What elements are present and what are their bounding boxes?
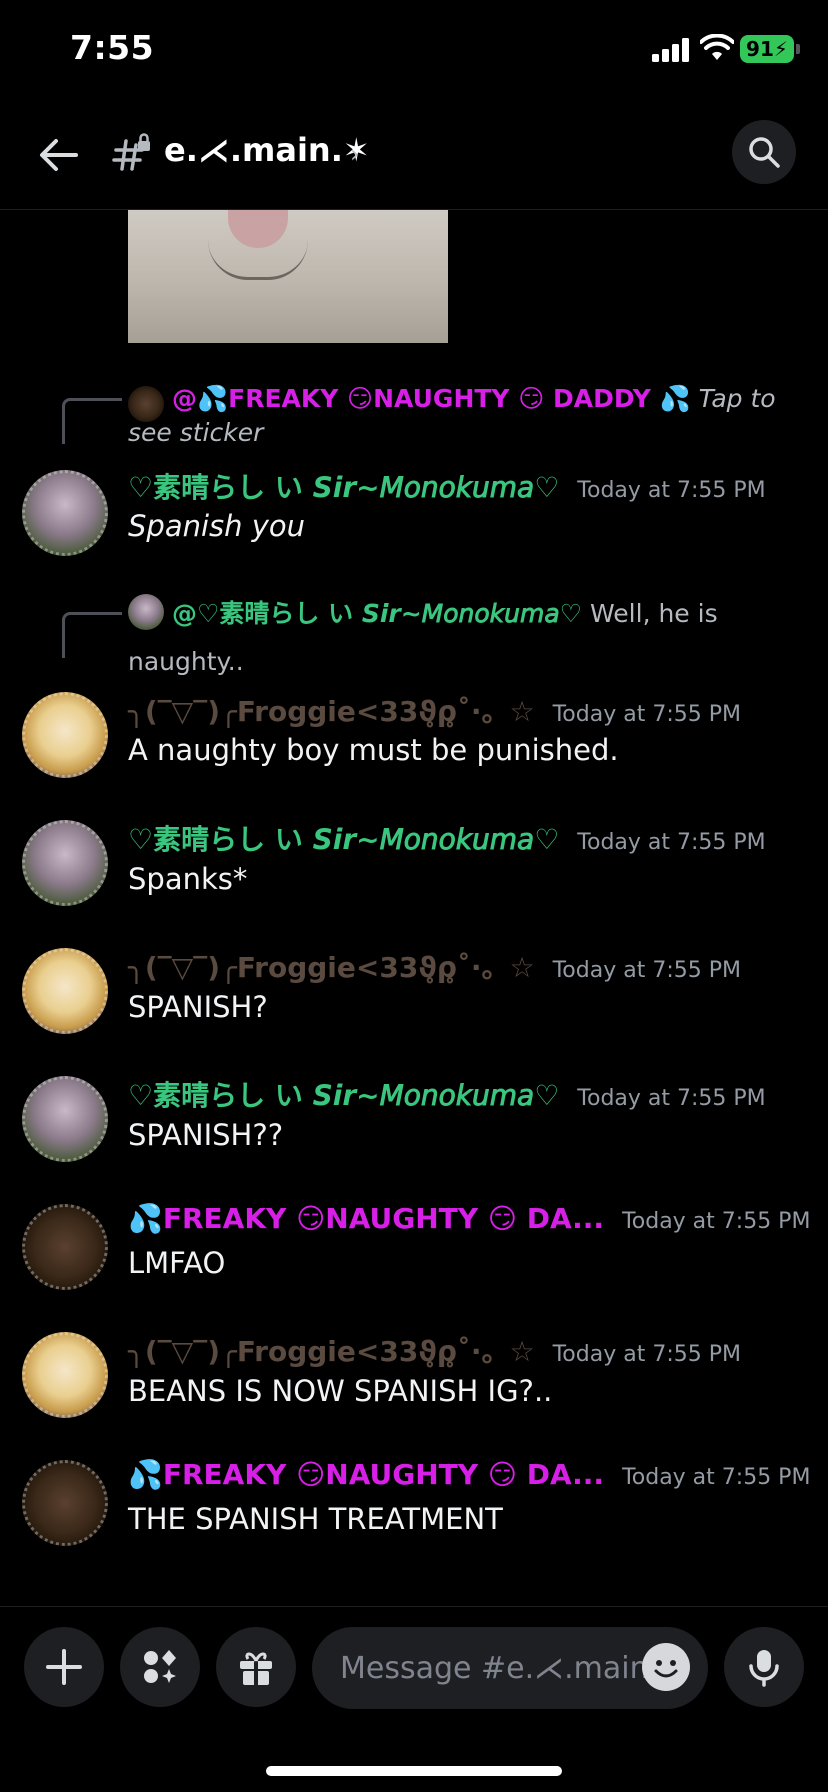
avatar-decoration (22, 1460, 108, 1546)
search-button[interactable] (732, 120, 796, 184)
timestamp: Today at 7:55 PM (577, 830, 766, 855)
reply-preview[interactable]: @♡素晴らし い 𝙎𝙞𝙧~𝘔𝘰𝘯𝘰𝘬𝘶𝘮𝘢♡ Well, he is naugh… (128, 590, 800, 686)
status-bar: 7:55 91 ⚡ (0, 0, 828, 100)
apps-icon (144, 1650, 176, 1683)
avatar-decoration (22, 820, 108, 906)
reply-connector (62, 398, 122, 444)
battery-tip (796, 44, 800, 54)
wifi-icon (700, 34, 734, 60)
cellular-signal-icon (652, 38, 689, 62)
message-header: ╮(‾▽‾)╭Froggie<33ϑ̥ρ̥˚·。☆ Today at 7:55 … (128, 1330, 741, 1370)
avatar-decoration (22, 470, 108, 556)
username[interactable]: 💦FREAKY 😏NAUGHTY 😏 DA... (128, 1202, 604, 1235)
message-content: SPANISH?? (128, 1118, 284, 1152)
emoji-icon (644, 1645, 688, 1689)
timestamp: Today at 7:55 PM (552, 702, 741, 727)
message-header: 💦FREAKY 😏NAUGHTY 😏 DA... Today at 7:55 P… (128, 1202, 810, 1242)
charging-bolt-icon: ⚡ (773, 37, 788, 61)
avatar[interactable] (22, 1204, 108, 1290)
message-content: THE SPANISH TREATMENT (128, 1502, 503, 1536)
username[interactable]: 💦FREAKY 😏NAUGHTY 😏 DA... (128, 1458, 604, 1491)
avatar-decoration (22, 1076, 108, 1162)
microphone-icon (749, 1650, 779, 1687)
avatar[interactable] (22, 1460, 108, 1546)
channel-hash-lock-icon (112, 133, 150, 171)
avatar[interactable] (22, 820, 108, 906)
back-arrow-icon (40, 139, 78, 171)
message-list[interactable]: @💦FREAKY 😏NAUGHTY 😏 DADDY 💦 Tap to see s… (0, 210, 828, 1605)
channel-header: e.⋌.main.✶ › (0, 105, 828, 210)
reply-mention[interactable]: @💦FREAKY 😏NAUGHTY 😏 DADDY 💦 (172, 384, 691, 413)
username[interactable]: ♡素晴らし い 𝙎𝙞𝙧~𝘔𝘰𝘯𝘰𝘬𝘶𝘮𝘢♡ (128, 818, 559, 858)
reply-preview[interactable]: @💦FREAKY 😏NAUGHTY 😏 DADDY 💦 Tap to see s… (128, 382, 800, 450)
username[interactable]: ╮(‾▽‾)╭Froggie<33ϑ̥ρ̥˚·。☆ (128, 690, 535, 730)
message-content: Spanish you (128, 509, 306, 543)
avatar-decoration (22, 692, 108, 778)
message-content: SPANISH? (128, 990, 268, 1024)
battery-indicator: 91 ⚡ (740, 35, 794, 63)
battery-level: 91 (746, 37, 774, 61)
message-content: Spanks* (128, 862, 248, 896)
avatar-decoration (22, 948, 108, 1034)
timestamp: Today at 7:55 PM (577, 478, 766, 503)
username[interactable]: ╮(‾▽‾)╭Froggie<33ϑ̥ρ̥˚·。☆ (128, 1330, 535, 1370)
avatar-decoration (22, 1332, 108, 1418)
avatar[interactable] (22, 1332, 108, 1418)
sticker-cat-mouth (208, 240, 308, 280)
message-header: ╮(‾▽‾)╭Froggie<33ϑ̥ρ̥˚·。☆ Today at 7:55 … (128, 946, 741, 986)
timestamp: Today at 7:55 PM (622, 1465, 811, 1490)
add-attachment-button[interactable] (24, 1627, 104, 1707)
plus-icon (46, 1649, 82, 1685)
avatar-decoration (22, 1204, 108, 1290)
message-composer: Message #e.⋌.main.✶ (0, 1606, 828, 1792)
reply-connector (62, 612, 122, 658)
timestamp: Today at 7:55 PM (552, 1342, 741, 1367)
reply-mention[interactable]: @♡素晴らし い 𝙎𝙞𝙧~𝘔𝘰𝘯𝘰𝘬𝘶𝘮𝘢♡ (172, 599, 582, 628)
gift-icon (240, 1652, 272, 1685)
avatar[interactable] (22, 1076, 108, 1162)
message-header: ♡素晴らし い 𝙎𝙞𝙧~𝘔𝘰𝘯𝘰𝘬𝘶𝘮𝘢♡ Today at 7:55 PM (128, 818, 766, 858)
search-icon (749, 137, 780, 168)
username[interactable]: ♡素晴らし い 𝙎𝙞𝙧~𝘔𝘰𝘯𝘰𝘬𝘶𝘮𝘢♡ (128, 1074, 559, 1114)
chevron-right-icon[interactable]: › (350, 140, 360, 168)
home-indicator[interactable] (266, 1766, 562, 1776)
avatar[interactable] (22, 692, 108, 778)
timestamp: Today at 7:55 PM (622, 1209, 811, 1234)
message-header: 💦FREAKY 😏NAUGHTY 😏 DA... Today at 7:55 P… (128, 1458, 810, 1498)
back-button[interactable] (30, 127, 86, 183)
username[interactable]: ╮(‾▽‾)╭Froggie<33ϑ̥ρ̥˚·。☆ (128, 946, 535, 986)
message-header: ♡素晴らし い 𝙎𝙞𝙧~𝘔𝘰𝘯𝘰𝘬𝘶𝘮𝘢♡ Today at 7:55 PM (128, 466, 766, 506)
username[interactable]: ♡素晴らし い 𝙎𝙞𝙧~𝘔𝘰𝘯𝘰𝘬𝘶𝘮𝘢♡ (128, 466, 559, 506)
avatar[interactable] (22, 470, 108, 556)
timestamp: Today at 7:55 PM (552, 958, 741, 983)
status-time: 7:55 (70, 28, 155, 67)
message-content: A naughty boy must be punished. (128, 733, 619, 767)
message-content: BEANS IS NOW SPANISH IG?.. (128, 1374, 553, 1408)
emoji-button[interactable] (642, 1643, 690, 1691)
message-content: LMFAO (128, 1246, 226, 1280)
apps-button[interactable] (120, 1627, 200, 1707)
channel-name[interactable]: e.⋌.main.✶ (164, 131, 370, 169)
sticker-image[interactable] (128, 210, 448, 343)
message-header: ╮(‾▽‾)╭Froggie<33ϑ̥ρ̥˚·。☆ Today at 7:55 … (128, 690, 741, 730)
voice-message-button[interactable] (724, 1627, 804, 1707)
timestamp: Today at 7:55 PM (577, 1086, 766, 1111)
gift-button[interactable] (216, 1627, 296, 1707)
message-header: ♡素晴らし い 𝙎𝙞𝙧~𝘔𝘰𝘯𝘰𝘬𝘶𝘮𝘢♡ Today at 7:55 PM (128, 1074, 766, 1114)
avatar[interactable] (22, 948, 108, 1034)
